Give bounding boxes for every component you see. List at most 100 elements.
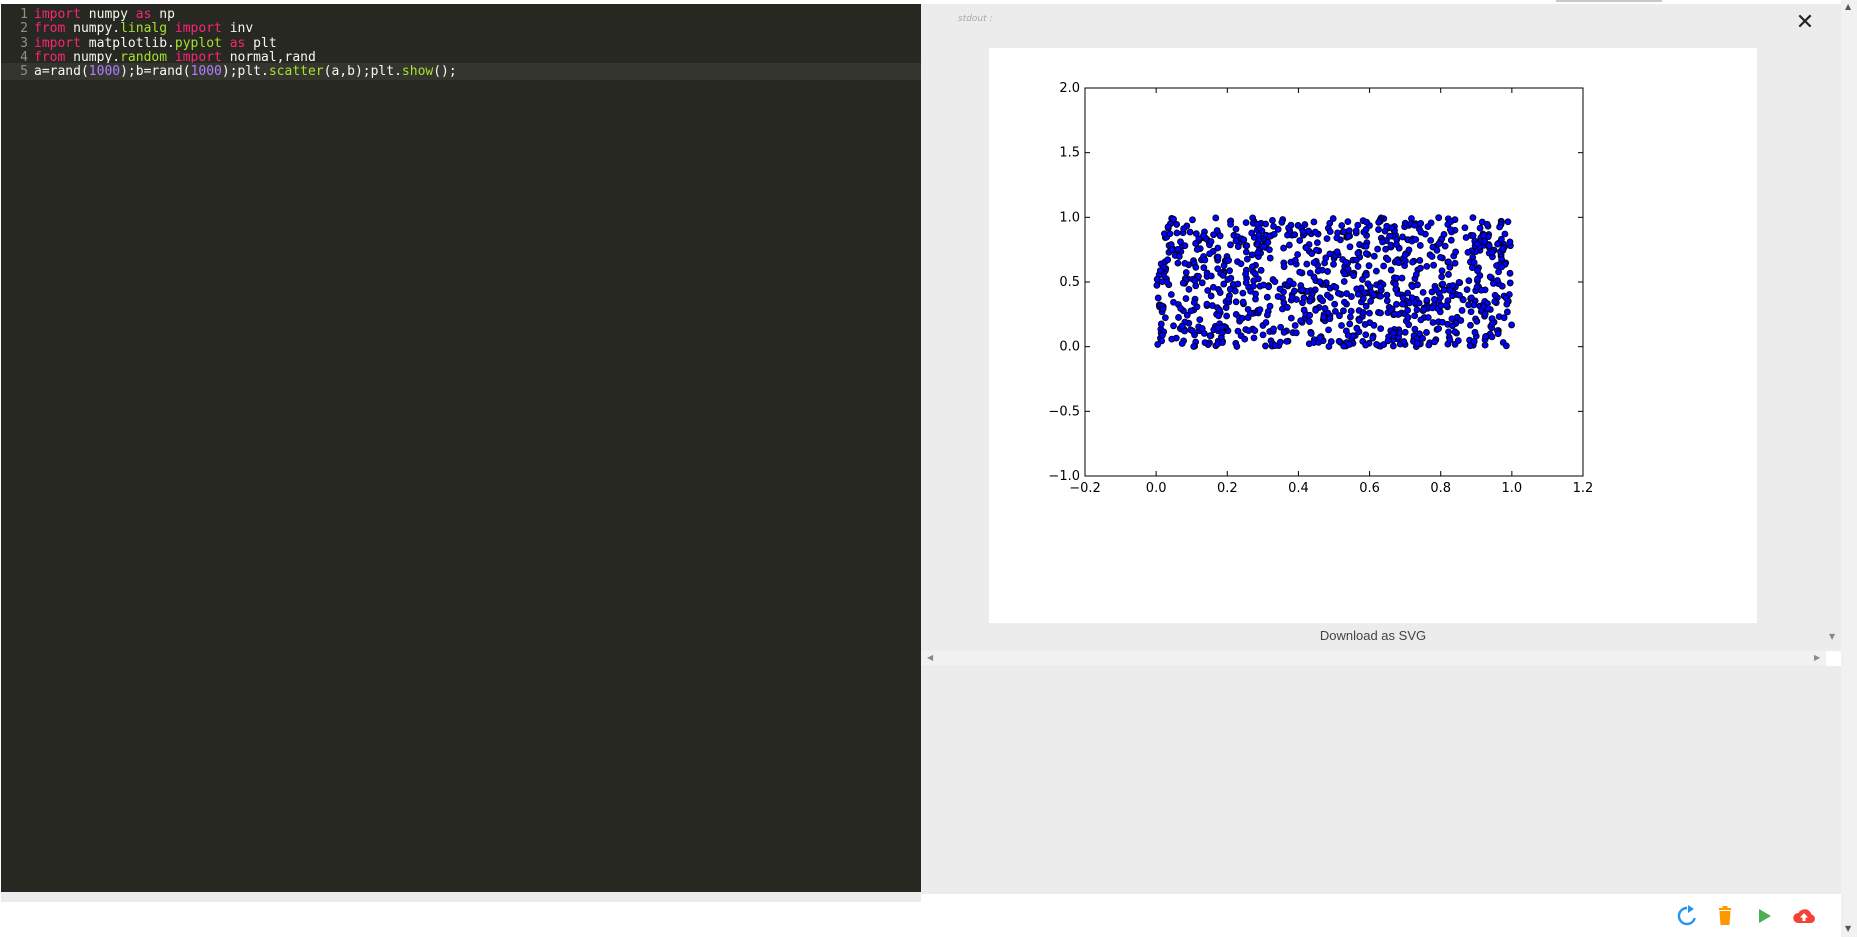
scatter-point: [1375, 226, 1382, 233]
scatter-point: [1166, 230, 1174, 238]
scatter-point: [1251, 327, 1259, 334]
scatter-point: [1178, 322, 1186, 330]
scatter-point: [1379, 238, 1386, 246]
scatter-point: [1499, 245, 1506, 253]
scatter-point: [1192, 230, 1200, 237]
refresh-button[interactable]: [1675, 904, 1699, 928]
scatter-point: [1417, 228, 1425, 236]
scatter-point: [1469, 232, 1477, 239]
scroll-down-icon[interactable]: ▼: [1829, 632, 1835, 641]
scatter-point: [1242, 270, 1249, 278]
scatter-point: [1344, 332, 1352, 339]
scatter-point: [1340, 228, 1348, 236]
scatter-point: [1447, 218, 1455, 226]
scatter-point: [1310, 259, 1318, 267]
code-token: ();: [433, 64, 457, 80]
scatter-point: [1341, 270, 1349, 278]
scatter-point: [1357, 284, 1365, 292]
scatter-point: [1167, 291, 1175, 298]
scatter-point: [1212, 214, 1220, 222]
scatter-point: [1412, 236, 1420, 243]
scatter-point: [1491, 291, 1499, 299]
scatter-point: [1501, 230, 1509, 238]
scatter-point: [1467, 321, 1474, 329]
scatter-point: [1157, 320, 1165, 328]
scatter-point: [1206, 332, 1214, 340]
scatter-point: [1182, 269, 1190, 276]
scatter-point: [1483, 220, 1491, 228]
scatter-point: [1448, 315, 1456, 323]
scatter-point: [1243, 255, 1251, 263]
upload-button[interactable]: [1791, 904, 1815, 928]
scatter-point: [1319, 297, 1327, 305]
scatter-point: [1411, 325, 1419, 333]
scatter-point: [1170, 298, 1177, 306]
scatter-point: [1233, 343, 1241, 350]
scatter-point: [1278, 218, 1286, 226]
scatter-point: [1393, 241, 1400, 248]
scatter-point: [1334, 289, 1342, 297]
scatter-point: [1276, 338, 1284, 346]
scatter-point: [1380, 262, 1388, 270]
run-button[interactable]: [1752, 904, 1776, 928]
scatter-point: [1271, 278, 1279, 286]
scroll-right-icon[interactable]: ▶: [1814, 651, 1820, 665]
page-scroll-down-icon[interactable]: ▼: [1845, 924, 1851, 933]
scatter-point: [1308, 250, 1316, 257]
scatter-point: [1200, 264, 1208, 272]
scatter-point: [1383, 222, 1391, 230]
scatter-point: [1362, 250, 1370, 257]
scatter-point: [1449, 282, 1457, 289]
scatter-point: [1376, 283, 1384, 290]
scatter-point: [1219, 271, 1227, 279]
scatter-point: [1182, 295, 1190, 302]
close-output-button[interactable]: ✕: [1792, 10, 1818, 36]
scatter-point: [1354, 249, 1362, 257]
scatter-point: [1174, 259, 1182, 267]
scatter-point: [1173, 229, 1181, 237]
top-scroll-thumb[interactable]: [1556, 0, 1662, 2]
horizontal-scrollbar[interactable]: ◀ ▶: [921, 651, 1826, 665]
scatter-point: [1207, 272, 1215, 280]
scatter-point: [1181, 242, 1189, 250]
scatter-point: [1484, 305, 1492, 312]
scatter-point: [1402, 257, 1409, 265]
scatter-point: [1346, 313, 1354, 321]
scatter-point: [1196, 316, 1204, 324]
scatter-point: [1361, 321, 1369, 328]
scatter-point: [1255, 231, 1263, 239]
scatter-point: [1216, 306, 1223, 314]
scatter-point: [1372, 267, 1380, 275]
trash-icon: [1719, 906, 1731, 925]
scroll-left-icon[interactable]: ◀: [927, 651, 933, 665]
download-svg-link[interactable]: Download as SVG: [989, 628, 1757, 643]
scatter-point: [1209, 283, 1217, 291]
delete-button[interactable]: [1713, 904, 1737, 928]
scatter-point: [1345, 227, 1353, 235]
scatter-point: [1443, 301, 1451, 309]
page-scroll-up-icon[interactable]: ▲: [1845, 2, 1851, 11]
bottom-toolbar: [0, 902, 1841, 937]
scatter-point: [1498, 263, 1506, 271]
scatter-point: [1409, 258, 1416, 266]
x-tick-label: 0.0: [1146, 481, 1167, 496]
scatter-point: [1461, 224, 1469, 232]
scatter-point: [1432, 286, 1440, 294]
scatter-point: [1355, 317, 1363, 324]
scatter-point: [1291, 231, 1299, 239]
scatter-point: [1204, 287, 1212, 294]
code-editor[interactable]: 1 import numpy as np 2 from numpy.linalg im…: [1, 4, 921, 892]
code-line[interactable]: 5 a=rand(1000);b=rand(1000);plt.scatter(a…: [1, 63, 921, 81]
scatter-point: [1300, 306, 1308, 314]
scatter-point: [1468, 294, 1475, 302]
page-vertical-scrollbar[interactable]: ▲ ▼: [1841, 0, 1857, 937]
scatter-point: [1504, 218, 1512, 226]
scatter-point: [1347, 307, 1355, 315]
scatter-point: [1232, 298, 1240, 306]
scatter-point: [1161, 314, 1169, 322]
scatter-point: [1321, 259, 1328, 267]
scatter-point: [1168, 246, 1176, 254]
scatter-point: [1416, 242, 1424, 249]
scatter-point: [1362, 331, 1370, 339]
scatter-point: [1323, 235, 1331, 243]
